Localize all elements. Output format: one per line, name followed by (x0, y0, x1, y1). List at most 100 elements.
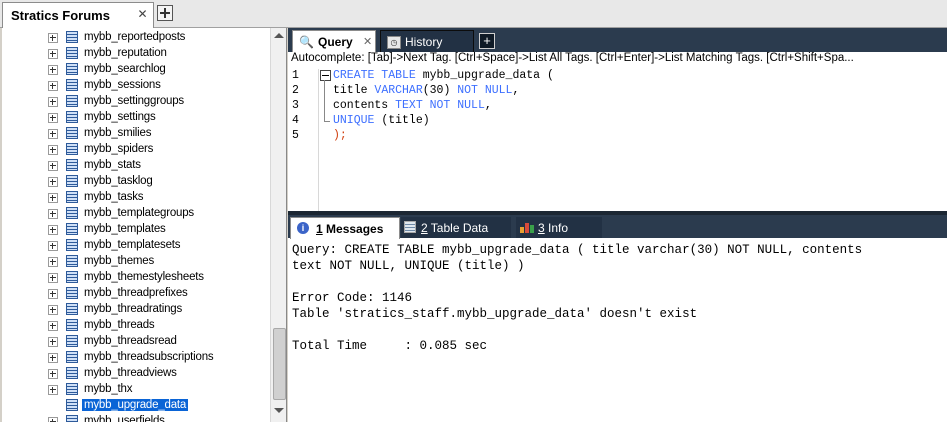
line-number: 1 (292, 69, 299, 82)
new-connection-button[interactable] (157, 5, 173, 21)
table-icon (66, 319, 78, 331)
tree-item-mybb_tasklog[interactable]: mybb_tasklog (2, 174, 270, 190)
expand-icon[interactable] (48, 145, 58, 155)
expand-icon[interactable] (48, 193, 58, 203)
tree-item-mybb_themes[interactable]: mybb_themes (2, 254, 270, 270)
expand-icon[interactable] (48, 113, 58, 123)
tab-query-label: Query (318, 35, 353, 49)
tree-item-mybb_smilies[interactable]: mybb_smilies (2, 126, 270, 142)
fold-collapse-icon[interactable] (320, 70, 331, 81)
tree-item-mybb_templatesets[interactable]: mybb_templatesets (2, 238, 270, 254)
expand-icon[interactable] (48, 273, 58, 283)
expand-icon[interactable] (48, 97, 58, 107)
tree-scrollbar[interactable] (270, 28, 286, 422)
tree-item-mybb_reputation[interactable]: mybb_reputation (2, 46, 270, 62)
tree-item-mybb_searchlog[interactable]: mybb_searchlog (2, 62, 270, 78)
tree-item-mybb_threadratings[interactable]: mybb_threadratings (2, 302, 270, 318)
tree-item-label: mybb_reportedposts (84, 31, 186, 43)
fold-guide (324, 80, 325, 121)
tree-item-mybb_settings[interactable]: mybb_settings (2, 110, 270, 126)
table-icon (66, 175, 78, 187)
tree-item-label: mybb_spiders (84, 143, 154, 155)
expand-icon[interactable] (48, 33, 58, 43)
tree-item-label: mybb_templategroups (84, 207, 194, 219)
tree-item-label: mybb_upgrade_data (82, 399, 189, 411)
code-line-4: UNIQUE (title) (333, 114, 430, 127)
tree-item-label: mybb_sessions (84, 79, 161, 91)
scroll-down-icon[interactable] (274, 408, 284, 413)
tree-item-label: mybb_themestylesheets (84, 271, 204, 283)
expand-icon[interactable] (48, 81, 58, 91)
tree-item-mybb_tasks[interactable]: mybb_tasks (2, 190, 270, 206)
query-icon: 🔍 (299, 35, 314, 49)
expand-icon[interactable] (48, 385, 58, 395)
table-icon (66, 191, 78, 203)
sql-code-editor[interactable]: 1 2 3 4 5 CREATE TABLE mybb_upgrade_data… (288, 69, 947, 211)
expand-icon[interactable] (48, 337, 58, 347)
bar-chart-icon (520, 221, 534, 233)
tree-item-mybb_threadviews[interactable]: mybb_threadviews (2, 366, 270, 382)
expand-icon[interactable] (48, 129, 58, 139)
expand-icon[interactable] (48, 161, 58, 171)
expand-icon[interactable] (48, 353, 58, 363)
tree-item-label: mybb_threads (84, 319, 155, 331)
tree-item-mybb_upgrade_data[interactable]: mybb_upgrade_data (2, 398, 270, 414)
tree-item-mybb_thx[interactable]: mybb_thx (2, 382, 270, 398)
close-icon[interactable]: ✕ (136, 8, 149, 21)
tree-item-mybb_threadsread[interactable]: mybb_threadsread (2, 334, 270, 350)
tree-item-label: mybb_tasklog (84, 175, 153, 187)
table-icon (66, 287, 78, 299)
expand-icon[interactable] (48, 305, 58, 315)
expand-icon[interactable] (48, 417, 58, 422)
fold-end-marker (324, 121, 330, 122)
table-icon (66, 143, 78, 155)
tree-item-mybb_threadprefixes[interactable]: mybb_threadprefixes (2, 286, 270, 302)
connection-tab-label: Stratics Forums (11, 8, 110, 23)
expand-icon[interactable] (48, 321, 58, 331)
tree-item-mybb_threadsubscriptions[interactable]: mybb_threadsubscriptions (2, 350, 270, 366)
history-icon: ◷ (387, 36, 401, 49)
tree-item-mybb_templates[interactable]: mybb_templates (2, 222, 270, 238)
tree-item-mybb_themestylesheets[interactable]: mybb_themestylesheets (2, 270, 270, 286)
table-icon (66, 79, 78, 91)
expand-icon[interactable] (48, 289, 58, 299)
expand-icon[interactable] (48, 241, 58, 251)
expand-icon[interactable] (48, 257, 58, 267)
tree-item-label: mybb_templates (84, 223, 166, 235)
expand-icon[interactable] (48, 65, 58, 75)
tree-item-mybb_settinggroups[interactable]: mybb_settinggroups (2, 94, 270, 110)
tree-item-mybb_threads[interactable]: mybb_threads (2, 318, 270, 334)
tab-info-number: 3 (538, 221, 545, 235)
fold-margin (318, 69, 319, 211)
code-line-1: CREATE TABLE mybb_upgrade_data ( (333, 69, 554, 82)
expand-icon[interactable] (48, 209, 58, 219)
table-icon (66, 335, 78, 347)
scrollbar-thumb[interactable] (273, 328, 286, 400)
expand-icon[interactable] (48, 369, 58, 379)
tab-history[interactable]: ◷ History (380, 30, 474, 53)
tab-messages-number: 1 (316, 222, 323, 236)
expand-icon[interactable] (48, 225, 58, 235)
query-editor-pane: 🔍 Query ✕ ◷ History + Autocomplete: [Tab… (288, 28, 947, 211)
tree-item-mybb_userfields[interactable]: mybb_userfields (2, 414, 270, 422)
tree-item-mybb_stats[interactable]: mybb_stats (2, 158, 270, 174)
expand-icon[interactable] (48, 177, 58, 187)
connection-tab-stratics-forums[interactable]: Stratics Forums ✕ (2, 2, 154, 28)
tab-info[interactable]: 3 Info (516, 217, 602, 238)
tree-item-mybb_spiders[interactable]: mybb_spiders (2, 142, 270, 158)
scroll-up-icon[interactable] (274, 33, 284, 38)
tab-query[interactable]: 🔍 Query ✕ (292, 30, 376, 53)
close-icon[interactable]: ✕ (363, 35, 372, 48)
tree-item-label: mybb_threadprefixes (84, 287, 188, 299)
message-line: text NOT NULL, UNIQUE (title) ) (292, 259, 525, 273)
autocomplete-hint: Autocomplete: [Tab]->Next Tag. [Ctrl+Spa… (288, 52, 947, 68)
new-query-tab-button[interactable]: + (479, 33, 495, 49)
table-icon (66, 239, 78, 251)
tree-item-mybb_sessions[interactable]: mybb_sessions (2, 78, 270, 94)
expand-icon[interactable] (48, 49, 58, 59)
object-browser-tree: mybb_reportedposts mybb_reputation mybb_se… (2, 28, 287, 422)
tree-item-mybb_templategroups[interactable]: mybb_templategroups (2, 206, 270, 222)
tree-item-mybb_reportedposts[interactable]: mybb_reportedposts (2, 30, 270, 46)
tab-table-data[interactable]: 2 Table Data (401, 217, 511, 238)
tab-messages[interactable]: i 1 Messages (290, 217, 400, 239)
